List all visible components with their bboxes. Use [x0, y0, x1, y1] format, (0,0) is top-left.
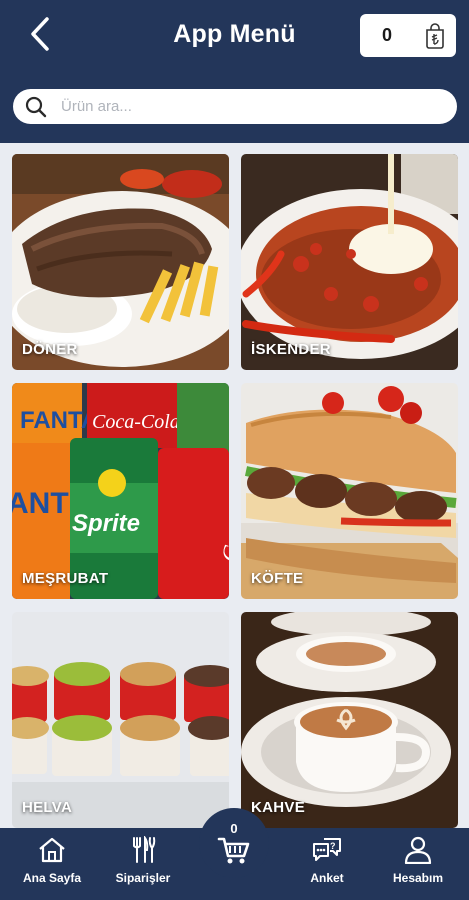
- category-label: HELVA: [22, 799, 73, 816]
- nav-item-survey[interactable]: ? Anket: [282, 836, 372, 885]
- category-card-helva[interactable]: HELVA: [12, 612, 229, 828]
- nav-label: Hesabım: [392, 871, 444, 885]
- cart-fab-count: 0: [230, 820, 238, 836]
- category-label: KAHVE: [251, 799, 306, 816]
- user-icon: [404, 836, 432, 865]
- category-card-doner[interactable]: DÖNER: [12, 154, 229, 370]
- cart-icon: [217, 837, 250, 863]
- svg-text:ANT: ANT: [12, 487, 69, 520]
- category-card-kofte[interactable]: KÖFTE: [241, 383, 458, 599]
- nav-label: Siparişler: [115, 871, 171, 885]
- svg-text:?: ?: [330, 841, 336, 851]
- category-grid: DÖNER İSKENDER FANTA Coca-Cola ANT Sprit…: [0, 143, 469, 828]
- category-label: MEŞRUBAT: [22, 570, 109, 587]
- search-input[interactable]: [61, 98, 421, 115]
- shopping-bag-lira-icon: [426, 22, 444, 49]
- helva-image: [12, 612, 229, 828]
- kofte-image: [241, 383, 458, 599]
- svg-text:Sprite: Sprite: [72, 510, 140, 537]
- nav-label: Anket: [310, 871, 344, 885]
- doner-image: [12, 154, 229, 370]
- category-label: İSKENDER: [251, 341, 331, 358]
- svg-text:FANTA: FANTA: [20, 407, 98, 434]
- cutlery-icon: [133, 834, 156, 863]
- category-card-mesrubat[interactable]: FANTA Coca-Cola ANT Sprite Coca-Cola MEŞ…: [12, 383, 229, 599]
- nav-label: Ana Sayfa: [22, 871, 82, 885]
- mesrubat-image: FANTA Coca-Cola ANT Sprite Coca-Cola: [12, 383, 229, 599]
- cart-summary-button[interactable]: 0: [360, 14, 456, 57]
- category-label: DÖNER: [22, 341, 78, 358]
- cart-button[interactable]: 0: [199, 808, 269, 878]
- search-bar[interactable]: [13, 89, 457, 124]
- cart-count: 0: [382, 25, 393, 45]
- kahve-image: [241, 612, 458, 828]
- category-card-kahve[interactable]: KAHVE: [241, 612, 458, 828]
- nav-item-orders[interactable]: Siparişler: [98, 834, 188, 885]
- iskender-image: [241, 154, 458, 370]
- nav-item-account[interactable]: Hesabım: [373, 836, 463, 885]
- home-icon: [39, 837, 65, 863]
- category-label: KÖFTE: [251, 570, 304, 587]
- search-icon: [25, 96, 47, 117]
- survey-chat-icon: ?: [313, 838, 341, 861]
- category-card-iskender[interactable]: İSKENDER: [241, 154, 458, 370]
- app-header: App Menü 0: [0, 0, 469, 143]
- nav-item-home[interactable]: Ana Sayfa: [7, 836, 97, 885]
- svg-text:Coca-Cola: Coca-Cola: [92, 411, 180, 433]
